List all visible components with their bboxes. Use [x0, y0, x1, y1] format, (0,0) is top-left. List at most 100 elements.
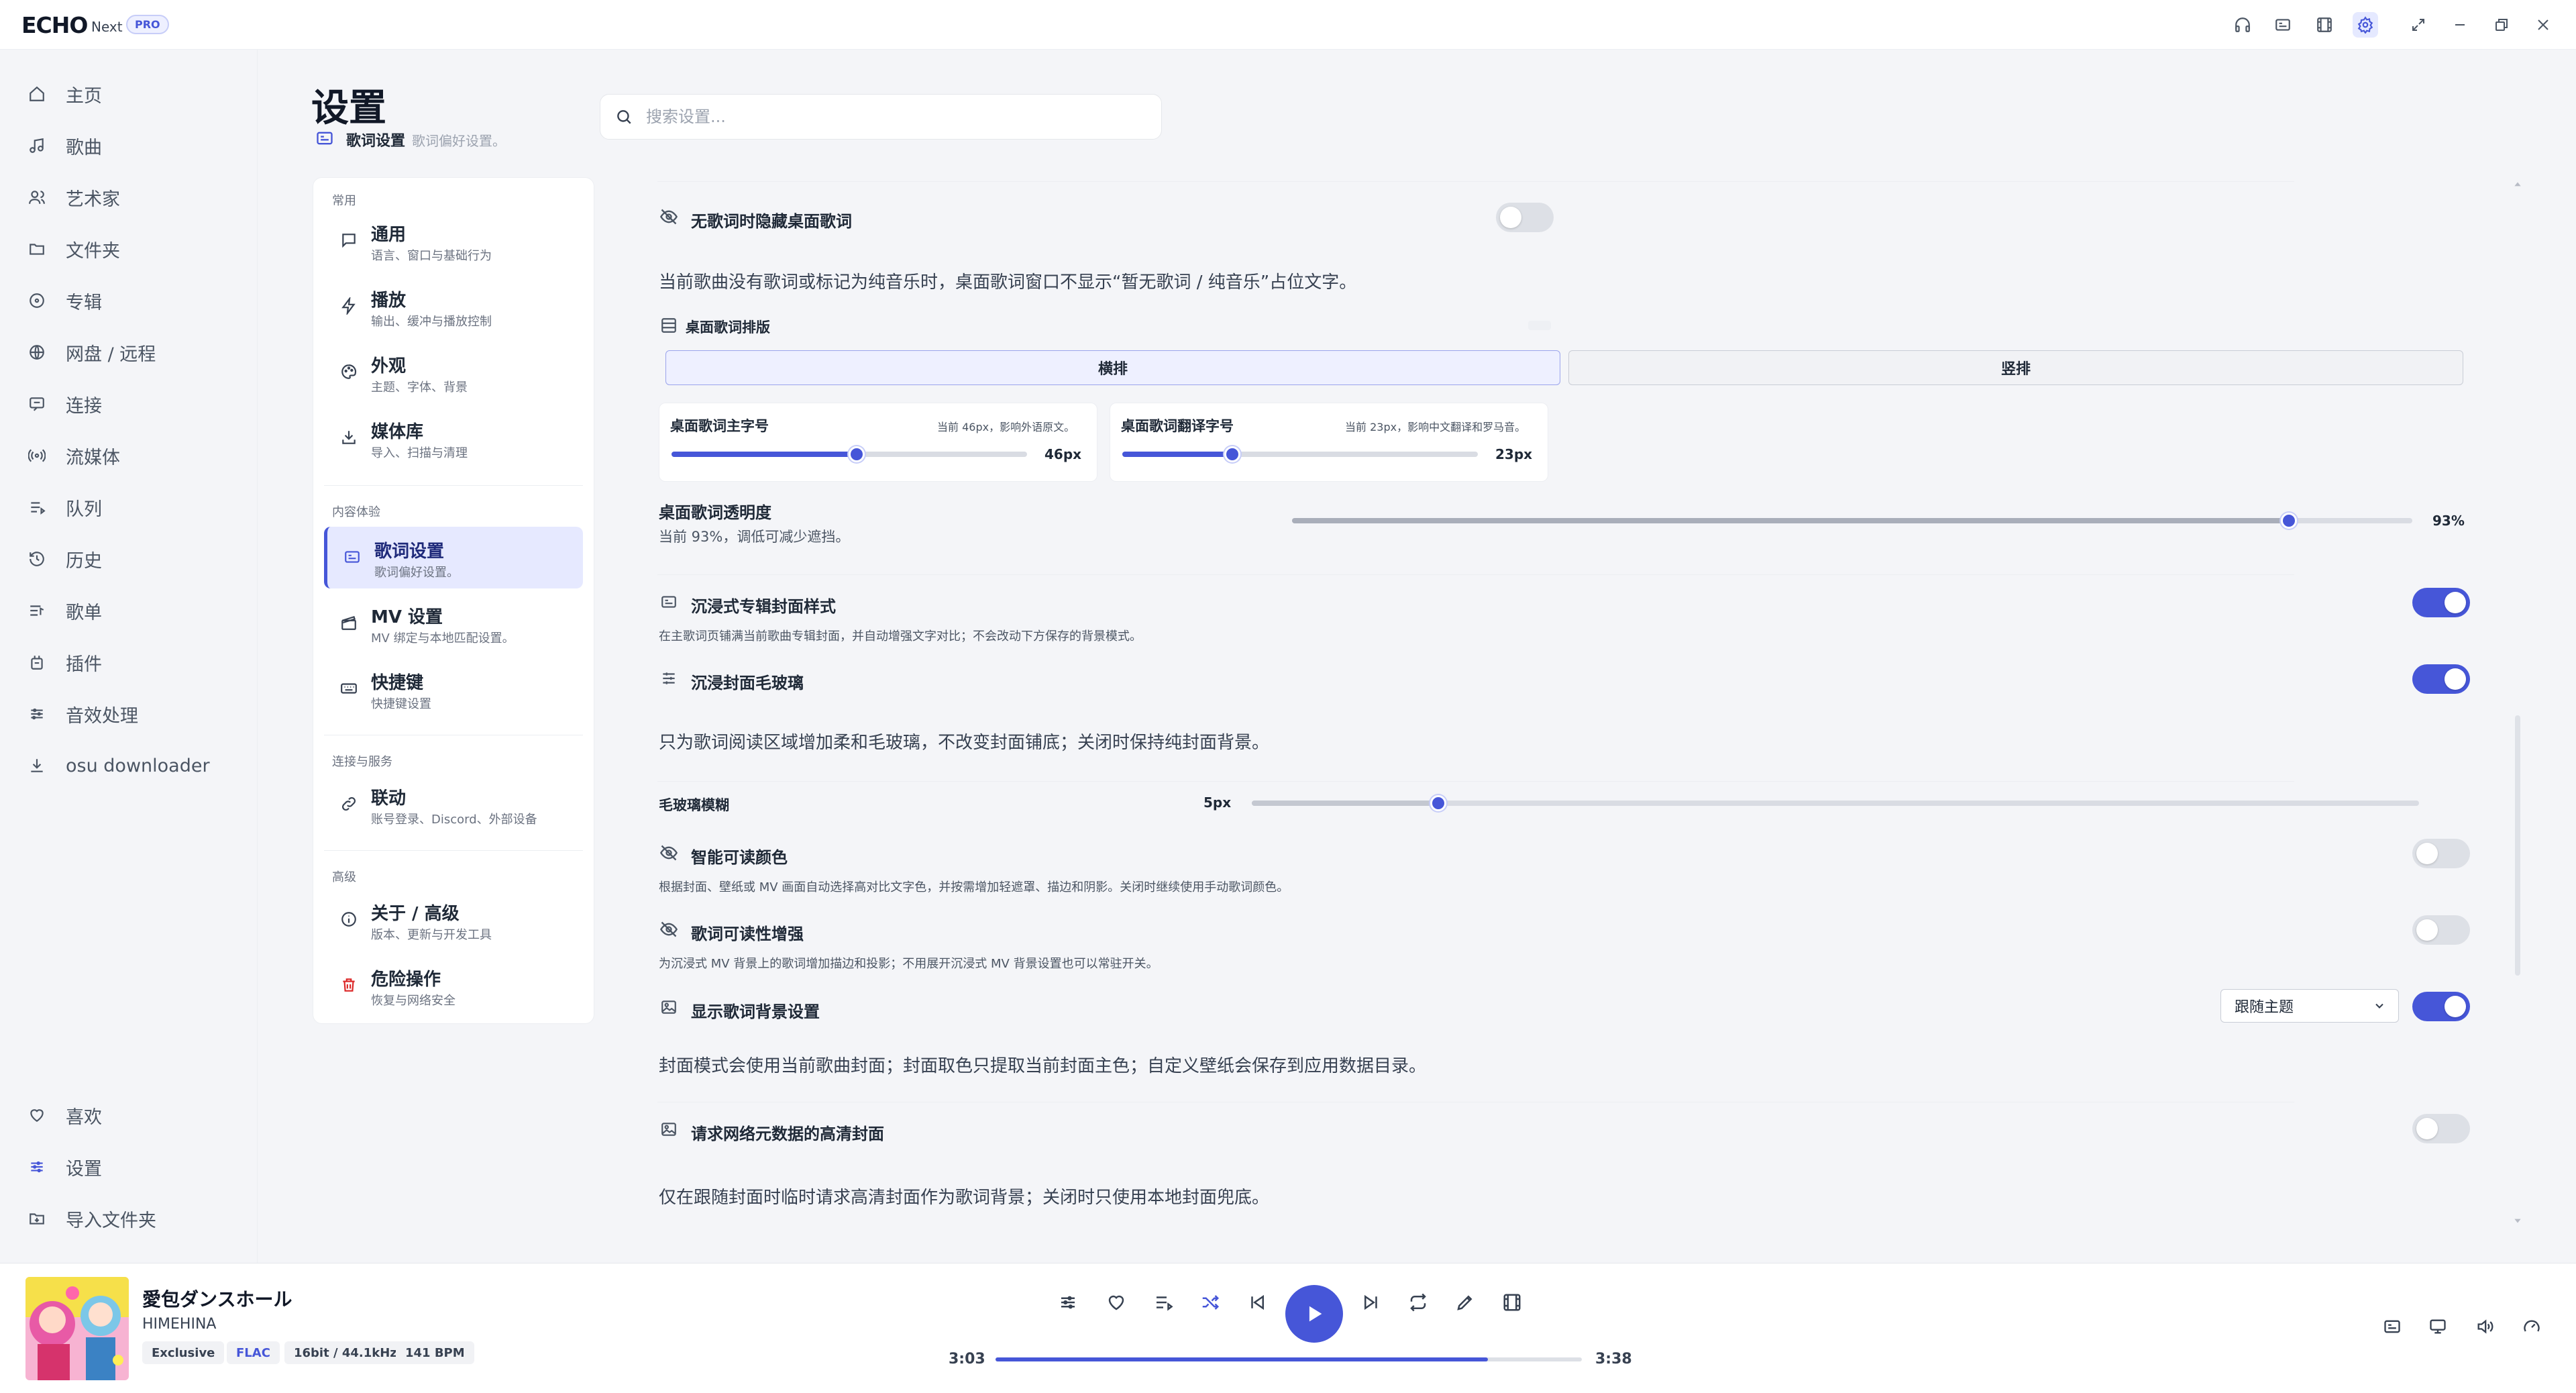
sidebar-item-import-folder[interactable]: 导入文件夹	[25, 1198, 156, 1239]
palette-icon	[337, 360, 360, 383]
sidebar-item-remote[interactable]: 网盘 / 远程	[25, 332, 156, 372]
sidebar-item-label: 音效处理	[66, 705, 138, 727]
menu-item-playback[interactable]: 播放 输出、缓冲与播放控制	[324, 276, 583, 338]
scroll-down-icon[interactable]	[2513, 1216, 2522, 1225]
menu-item-integrations[interactable]: 联动 账号登录、Discord、外部设备	[324, 774, 583, 835]
menu-item-appearance[interactable]: 外观 主题、字体、背景	[324, 342, 583, 403]
sidebar-item-plugins[interactable]: 插件	[25, 642, 102, 682]
background-settings-toggle[interactable]	[2412, 992, 2470, 1021]
volume-icon[interactable]	[2470, 1312, 2500, 1341]
play-button[interactable]	[1285, 1285, 1343, 1343]
equalizer-icon[interactable]	[1053, 1288, 1083, 1317]
headphones-icon[interactable]	[2230, 12, 2255, 38]
equalizer-icon	[25, 703, 48, 725]
layout-vertical-option[interactable]: 竖排	[1568, 350, 2463, 385]
immersive-cover-toggle[interactable]	[2412, 588, 2470, 617]
sidebar-item-songs[interactable]: 歌曲	[25, 125, 102, 166]
heart-icon[interactable]	[1102, 1288, 1131, 1317]
background-mode-select[interactable]: 跟随主题	[2220, 989, 2399, 1023]
main-font-size-slider[interactable]	[672, 446, 1027, 462]
menu-item-desc: MV 绑定与本地匹配设置。	[371, 631, 515, 646]
menu-item-library[interactable]: 媒体库 导入、扫描与清理	[324, 407, 583, 469]
progress-bar[interactable]	[996, 1357, 1582, 1361]
sidebar-item-favorites[interactable]: 喜欢	[25, 1095, 102, 1135]
repeat-icon[interactable]	[1403, 1288, 1433, 1317]
settings-sliders-icon	[25, 1155, 48, 1178]
search-input[interactable]	[646, 107, 1116, 126]
slider-thumb[interactable]	[2281, 513, 2298, 529]
album-cover[interactable]	[25, 1277, 129, 1380]
fullscreen-icon[interactable]	[2406, 12, 2431, 38]
sidebar-item-streaming[interactable]: 流媒体	[25, 435, 120, 476]
menu-item-danger[interactable]: 危险操作 恢复与网络安全	[324, 955, 583, 1017]
smart-color-toggle[interactable]	[2412, 839, 2470, 868]
divider	[657, 181, 2294, 182]
setting-title: 无歌词时隐藏桌面歌词	[691, 212, 852, 231]
elapsed-time: 3:03	[949, 1351, 985, 1368]
sliders-icon	[659, 668, 679, 688]
shuffle-icon[interactable]	[1195, 1288, 1225, 1317]
eye-off-icon	[659, 207, 679, 227]
queue-icon[interactable]	[1148, 1288, 1178, 1317]
readability-toggle[interactable]	[2412, 915, 2470, 945]
scroll-up-icon[interactable]	[2513, 180, 2522, 189]
sidebar-item-connect[interactable]: 连接	[25, 384, 102, 424]
layout-horizontal-option[interactable]: 横排	[665, 350, 1560, 385]
frosted-glass-toggle[interactable]	[2412, 664, 2470, 694]
menu-item-general[interactable]: 通用 语言、窗口与基础行为	[324, 210, 583, 272]
slider-thumb[interactable]	[1430, 795, 1447, 811]
layout-indicator	[1528, 321, 1551, 330]
sidebar-item-folders[interactable]: 文件夹	[25, 229, 120, 269]
close-icon[interactable]	[2530, 12, 2556, 38]
film-icon[interactable]	[1497, 1288, 1527, 1317]
translation-font-size-slider[interactable]	[1122, 446, 1478, 462]
app-brand: ECHO	[21, 12, 88, 38]
sidebar-item-artists[interactable]: 艺术家	[25, 177, 120, 217]
setting-description: 仅在跟随封面时临时请求高清封面作为歌词背景；关闭时只使用本地封面兜底。	[659, 1188, 1270, 1208]
heart-icon	[25, 1104, 48, 1127]
monitor-icon[interactable]	[2423, 1312, 2453, 1341]
opacity-slider[interactable]	[1292, 513, 2412, 529]
pen-icon[interactable]	[1450, 1288, 1480, 1317]
settings-gear-icon[interactable]	[2353, 12, 2378, 38]
sidebar-item-home[interactable]: 主页	[25, 74, 102, 114]
sidebar-item-history[interactable]: 历史	[25, 539, 102, 579]
settings-content: 无歌词时隐藏桌面歌词 当前歌曲没有歌词或标记为纯音乐时，桌面歌词窗口不显示“暂无…	[631, 177, 2522, 1251]
search-box[interactable]	[600, 94, 1162, 140]
slider-thumb[interactable]	[848, 446, 865, 462]
scrollbar-thumb[interactable]	[2515, 715, 2520, 976]
sidebar-item-queue[interactable]: 队列	[25, 487, 102, 527]
sidebar-item-playlists[interactable]: 歌单	[25, 590, 102, 631]
hide-desktop-lyrics-toggle[interactable]	[1496, 203, 1554, 232]
title-bar: ECHO Next PRO	[0, 0, 2576, 50]
layout-icon	[659, 315, 679, 336]
next-icon[interactable]	[1356, 1288, 1386, 1317]
track-artist[interactable]: HIMEHINA	[142, 1316, 216, 1333]
menu-group-label: 高级	[332, 870, 356, 884]
users-icon	[25, 186, 48, 209]
lyrics-icon[interactable]	[2377, 1312, 2407, 1341]
blur-slider[interactable]	[1252, 795, 2419, 811]
menu-item-mv[interactable]: MV 设置 MV 绑定与本地匹配设置。	[324, 592, 583, 654]
lyrics-window-icon[interactable]	[2270, 12, 2296, 38]
slider-fill	[1252, 801, 1439, 806]
menu-item-lyrics[interactable]: 歌词设置 歌词偏好设置。	[324, 527, 583, 588]
speed-gauge-icon[interactable]	[2517, 1312, 2546, 1341]
menu-item-about[interactable]: 关于 / 高级 版本、更新与开发工具	[324, 889, 583, 951]
slider-thumb[interactable]	[1224, 446, 1241, 462]
restore-icon[interactable]	[2489, 12, 2514, 38]
translation-font-size-card: 桌面歌词翻译字号 当前 23px，影响中文翻译和罗马音。 23px	[1110, 403, 1548, 482]
sidebar-item-audio-effects[interactable]: 音效处理	[25, 694, 138, 734]
track-title[interactable]: 愛包ダンスホール	[142, 1285, 292, 1312]
sidebar-item-osu-downloader[interactable]: osu downloader	[25, 745, 210, 786]
menu-item-shortcuts[interactable]: 快捷键 快捷键设置	[324, 658, 583, 720]
film-icon[interactable]	[2312, 12, 2337, 38]
hd-cover-toggle[interactable]	[2412, 1114, 2470, 1143]
page-title: 设置	[311, 87, 386, 130]
sidebar-item-label: 连接	[66, 395, 102, 417]
minimize-icon[interactable]	[2447, 12, 2473, 38]
sidebar-item-albums[interactable]: 专辑	[25, 280, 102, 321]
sidebar-item-settings[interactable]: 设置	[25, 1147, 102, 1187]
image-icon	[659, 1119, 679, 1139]
previous-icon[interactable]	[1242, 1288, 1272, 1317]
